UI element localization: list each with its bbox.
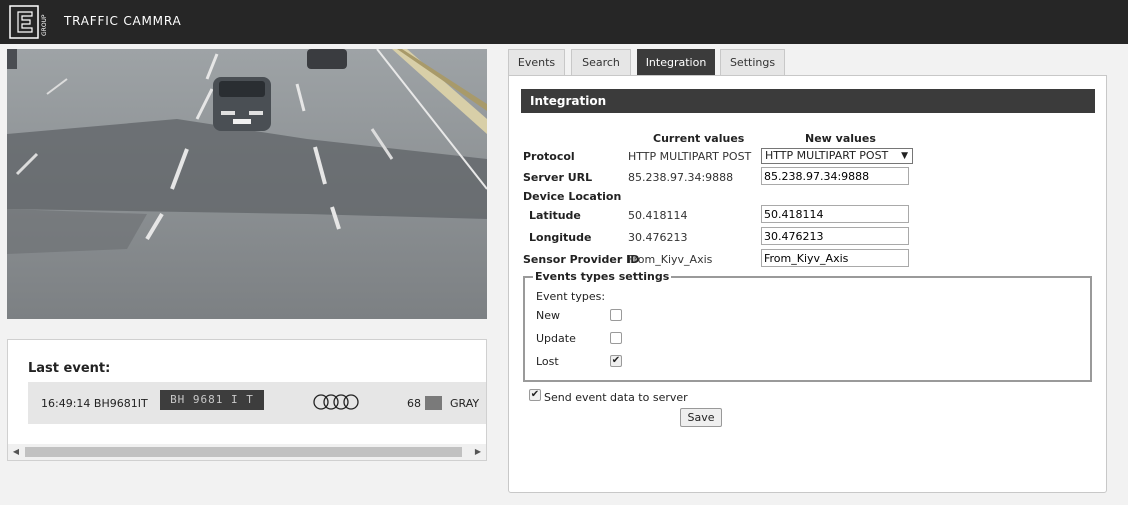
section-header: Integration xyxy=(521,89,1095,113)
chevron-down-icon: ▼ xyxy=(901,151,908,161)
server-url-current: 85.238.97.34:9888 xyxy=(628,171,734,184)
protocol-label: Protocol xyxy=(523,150,575,163)
events-types-legend: Events types settings xyxy=(533,270,672,283)
server-url-input[interactable] xyxy=(761,167,909,185)
horizontal-scrollbar[interactable]: ◀ ▶ xyxy=(8,444,486,460)
last-event-title: Last event: xyxy=(28,361,111,376)
protocol-select-value: HTTP MULTIPART POST xyxy=(765,149,889,162)
top-bar: GROUP TRAFFIC CAMMRA xyxy=(0,0,1128,44)
scrollbar-thumb[interactable] xyxy=(25,447,462,457)
sensor-provider-label: Sensor Provider ID xyxy=(523,253,640,266)
send-event-checkbox[interactable]: ✔ xyxy=(529,389,541,401)
tab-settings[interactable]: Settings xyxy=(720,49,785,75)
last-event-panel: Last event: 16:49:14 BH9681IT BH 9681 I … xyxy=(7,339,487,461)
tab-events[interactable]: Events xyxy=(508,49,565,75)
col-current-header: Current values xyxy=(653,132,745,145)
events-types-fieldset xyxy=(523,276,1092,382)
tab-integration[interactable]: Integration xyxy=(637,49,715,75)
logo-text: GROUP xyxy=(41,14,48,36)
save-button[interactable]: Save xyxy=(680,408,722,427)
audi-logo-icon xyxy=(313,394,359,410)
server-url-label: Server URL xyxy=(523,171,593,184)
color-swatch xyxy=(425,396,442,410)
latitude-current: 50.418114 xyxy=(628,209,688,222)
integration-panel: Integration Current values New values Pr… xyxy=(508,75,1107,493)
longitude-current: 30.476213 xyxy=(628,231,688,244)
event-color-name: GRAY xyxy=(450,397,480,410)
app-title: TRAFFIC CAMMRA xyxy=(64,14,182,28)
longitude-input[interactable] xyxy=(761,227,909,245)
sensor-provider-input[interactable] xyxy=(761,249,909,267)
device-location-label: Device Location xyxy=(523,190,622,203)
checkmark-icon: ✔ xyxy=(611,355,621,366)
tab-search[interactable]: Search xyxy=(571,49,631,75)
event-row[interactable]: 16:49:14 BH9681IT BH 9681 I T 68 GRAY xyxy=(28,382,486,424)
latitude-input[interactable] xyxy=(761,205,909,223)
event-type-new-label: New xyxy=(536,309,560,322)
longitude-label: Longitude xyxy=(529,231,592,244)
plate-image: BH 9681 I T xyxy=(160,390,264,410)
event-time-plate: 16:49:14 BH9681IT xyxy=(41,397,148,410)
event-speed: 68 xyxy=(407,397,421,410)
event-type-update-checkbox[interactable] xyxy=(610,332,622,344)
logo-icon: GROUP xyxy=(9,5,48,39)
protocol-current: HTTP MULTIPART POST xyxy=(628,150,752,163)
road-scene-image xyxy=(7,49,487,319)
event-types-label: Event types: xyxy=(536,290,606,303)
send-event-label: Send event data to server xyxy=(544,391,688,404)
scroll-left-icon[interactable]: ◀ xyxy=(8,444,24,460)
event-type-update-label: Update xyxy=(536,332,576,345)
checkmark-icon: ✔ xyxy=(530,389,540,400)
event-type-lost-label: Lost xyxy=(536,355,559,368)
sensor-provider-current: From_Kiyv_Axis xyxy=(628,253,713,266)
event-type-lost-checkbox[interactable]: ✔ xyxy=(610,355,622,367)
col-new-header: New values xyxy=(805,132,876,145)
protocol-select[interactable]: HTTP MULTIPART POST ▼ xyxy=(761,148,913,164)
camera-video-feed xyxy=(7,49,487,319)
latitude-label: Latitude xyxy=(529,209,581,222)
scroll-right-icon[interactable]: ▶ xyxy=(470,444,486,460)
event-type-new-checkbox[interactable] xyxy=(610,309,622,321)
